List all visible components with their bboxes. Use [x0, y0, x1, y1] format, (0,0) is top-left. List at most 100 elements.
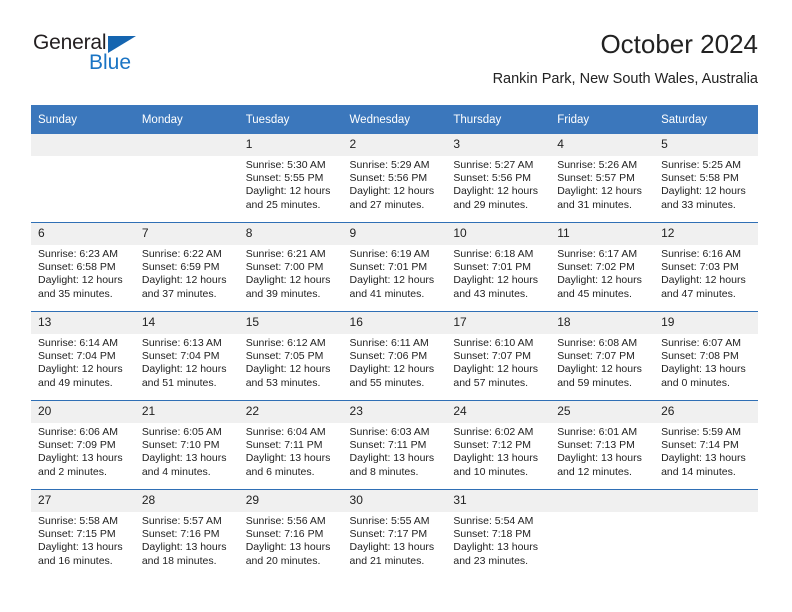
- sunset-time: Sunset: 7:01 PM: [453, 261, 532, 274]
- sunrise-time: Sunrise: 6:05 AM: [141, 426, 222, 438]
- sunset-time: Sunset: 7:16 PM: [245, 528, 324, 541]
- day-number: 1: [238, 134, 343, 156]
- calendar-empty-cell: [134, 134, 239, 223]
- calendar-body: 1 Sunrise: 5:30 AM Sunset: 5:55 PM Daylight…: [31, 134, 758, 578]
- calendar-day-cell[interactable]: 3 Sunrise: 5:27 AM Sunset: 5:56 PM Daylight…: [446, 134, 551, 223]
- daylight-duration-line2: and 33 minutes.: [661, 198, 736, 211]
- calendar-day-cell[interactable]: 31 Sunrise: 5:54 AM Sunset: 7:18 PM Dayligh…: [446, 489, 551, 578]
- day-details: Sunrise: 5:58 AM Sunset: 7:15 PM Daylight:…: [31, 512, 135, 568]
- daylight-duration-line2: and 8 minutes.: [349, 465, 419, 478]
- daylight-duration-line1: Daylight: 12 hours: [661, 185, 746, 198]
- calendar-day-cell[interactable]: 17 Sunrise: 6:10 AM Sunset: 7:07 PM Dayligh…: [446, 311, 551, 401]
- day-details: Sunrise: 6:13 AM Sunset: 7:04 PM Daylight:…: [135, 334, 239, 390]
- day-details: Sunrise: 6:23 AM Sunset: 6:58 PM Daylight:…: [31, 245, 135, 301]
- calendar-day-cell[interactable]: 30 Sunrise: 5:55 AM Sunset: 7:17 PM Dayligh…: [342, 489, 447, 578]
- sunset-time: Sunset: 7:09 PM: [38, 439, 116, 452]
- daylight-duration-line2: and 21 minutes.: [349, 554, 425, 567]
- daylight-duration-line1: Daylight: 12 hours: [557, 185, 642, 198]
- daylight-duration-line1: Daylight: 12 hours: [141, 363, 227, 376]
- daylight-duration-line2: and 27 minutes.: [349, 198, 425, 211]
- day-details: Sunrise: 6:07 AM Sunset: 7:08 PM Daylight:…: [654, 334, 758, 390]
- daylight-duration-line1: Daylight: 12 hours: [38, 363, 123, 376]
- daylight-duration-line2: and 57 minutes.: [453, 376, 529, 389]
- calendar-day-cell[interactable]: 10 Sunrise: 6:18 AM Sunset: 7:01 PM Dayligh…: [446, 222, 551, 312]
- sunrise-time: Sunrise: 6:10 AM: [453, 337, 534, 349]
- sunrise-time: Sunrise: 6:14 AM: [38, 337, 118, 349]
- calendar-week-row: 6 Sunrise: 6:23 AM Sunset: 6:58 PM Daylight…: [31, 222, 758, 312]
- day-details: Sunrise: 5:57 AM Sunset: 7:16 PM Daylight:…: [135, 512, 239, 568]
- day-number: 31: [446, 490, 551, 512]
- general-blue-logo[interactable]: General Blue: [31, 32, 211, 84]
- weekday-header-monday: Monday: [134, 105, 239, 134]
- calendar-header-row: Sunday Monday Tuesday Wednesday Thursday…: [31, 105, 758, 134]
- day-number: 29: [238, 490, 343, 512]
- sunset-time: Sunset: 7:15 PM: [38, 528, 116, 541]
- calendar-day-cell[interactable]: 22 Sunrise: 6:04 AM Sunset: 7:11 PM Dayligh…: [238, 400, 343, 490]
- sunrise-time: Sunrise: 5:58 AM: [38, 515, 118, 527]
- calendar-day-cell[interactable]: 25 Sunrise: 6:01 AM Sunset: 7:13 PM Dayligh…: [550, 400, 655, 490]
- day-number: 14: [134, 312, 239, 334]
- sunrise-time: Sunrise: 5:56 AM: [245, 515, 326, 527]
- weekday-header-saturday: Saturday: [654, 105, 758, 134]
- daylight-duration-line2: and 25 minutes.: [245, 198, 321, 211]
- day-number: 10: [446, 223, 551, 245]
- day-details: Sunrise: 6:01 AM Sunset: 7:13 PM Daylight:…: [550, 423, 654, 479]
- calendar-day-cell[interactable]: 19 Sunrise: 6:07 AM Sunset: 7:08 PM Dayligh…: [654, 311, 758, 401]
- sunset-time: Sunset: 7:10 PM: [141, 439, 220, 452]
- calendar-day-cell[interactable]: 16 Sunrise: 6:11 AM Sunset: 7:06 PM Dayligh…: [342, 311, 447, 401]
- daylight-duration-line2: and 41 minutes.: [349, 287, 425, 300]
- day-details: Sunrise: 6:08 AM Sunset: 7:07 PM Daylight:…: [550, 334, 654, 390]
- day-number: 16: [342, 312, 447, 334]
- daylight-duration-line1: Daylight: 12 hours: [245, 274, 331, 287]
- day-details: Sunrise: 6:16 AM Sunset: 7:03 PM Daylight:…: [654, 245, 758, 301]
- sunrise-time: Sunrise: 6:07 AM: [661, 337, 742, 349]
- calendar-day-cell[interactable]: 15 Sunrise: 6:12 AM Sunset: 7:05 PM Dayligh…: [238, 311, 343, 401]
- calendar-day-cell[interactable]: 12 Sunrise: 6:16 AM Sunset: 7:03 PM Dayligh…: [654, 222, 758, 312]
- calendar-day-cell[interactable]: 23 Sunrise: 6:03 AM Sunset: 7:11 PM Dayligh…: [342, 400, 447, 490]
- calendar-day-cell[interactable]: 18 Sunrise: 6:08 AM Sunset: 7:07 PM Dayligh…: [550, 311, 655, 401]
- calendar-day-cell[interactable]: 2 Sunrise: 5:29 AM Sunset: 5:56 PM Daylight…: [342, 134, 447, 223]
- day-number: 18: [550, 312, 655, 334]
- calendar-day-cell[interactable]: 4 Sunrise: 5:26 AM Sunset: 5:57 PM Daylight…: [550, 134, 655, 223]
- title-block: October 2024 Rankin Park, New South Wale…: [493, 28, 758, 89]
- day-details: Sunrise: 5:59 AM Sunset: 7:14 PM Daylight:…: [654, 423, 758, 479]
- day-details: Sunrise: 6:03 AM Sunset: 7:11 PM Daylight:…: [343, 423, 447, 479]
- sunrise-time: Sunrise: 5:25 AM: [661, 159, 742, 171]
- sunset-time: Sunset: 7:11 PM: [245, 439, 323, 452]
- day-number: 23: [342, 401, 447, 423]
- day-number: [654, 490, 758, 512]
- sunrise-time: Sunrise: 6:04 AM: [245, 426, 326, 438]
- calendar-day-cell[interactable]: 11 Sunrise: 6:17 AM Sunset: 7:02 PM Dayligh…: [550, 222, 655, 312]
- calendar-day-cell[interactable]: 14 Sunrise: 6:13 AM Sunset: 7:04 PM Dayligh…: [134, 311, 239, 401]
- sunset-time: Sunset: 7:07 PM: [557, 350, 635, 363]
- weekday-header-thursday: Thursday: [446, 105, 551, 134]
- calendar-day-cell[interactable]: 26 Sunrise: 5:59 AM Sunset: 7:14 PM Dayligh…: [654, 400, 758, 490]
- calendar-day-cell[interactable]: 9 Sunrise: 6:19 AM Sunset: 7:01 PM Daylight…: [342, 222, 447, 312]
- calendar-day-cell[interactable]: 24 Sunrise: 6:02 AM Sunset: 7:12 PM Dayligh…: [446, 400, 551, 490]
- calendar-day-cell[interactable]: 29 Sunrise: 5:56 AM Sunset: 7:16 PM Dayligh…: [238, 489, 343, 578]
- sunrise-time: Sunrise: 5:57 AM: [141, 515, 222, 527]
- day-details: Sunrise: 6:10 AM Sunset: 7:07 PM Daylight:…: [446, 334, 550, 390]
- day-number: 4: [550, 134, 655, 156]
- day-number: 11: [550, 223, 655, 245]
- calendar-day-cell[interactable]: 13 Sunrise: 6:14 AM Sunset: 7:04 PM Dayligh…: [31, 311, 135, 401]
- calendar-day-cell[interactable]: 1 Sunrise: 5:30 AM Sunset: 5:55 PM Daylight…: [238, 134, 343, 223]
- calendar-day-cell[interactable]: 8 Sunrise: 6:21 AM Sunset: 7:00 PM Daylight…: [238, 222, 343, 312]
- sunset-time: Sunset: 7:02 PM: [557, 261, 635, 274]
- daylight-duration-line2: and 37 minutes.: [141, 287, 217, 300]
- calendar-day-cell[interactable]: 20 Sunrise: 6:06 AM Sunset: 7:09 PM Dayligh…: [31, 400, 135, 490]
- daylight-duration-line2: and 29 minutes.: [453, 198, 529, 211]
- daylight-duration-line2: and 0 minutes.: [661, 376, 730, 389]
- calendar-day-cell[interactable]: 6 Sunrise: 6:23 AM Sunset: 6:58 PM Daylight…: [31, 222, 135, 312]
- calendar-day-cell[interactable]: 21 Sunrise: 6:05 AM Sunset: 7:10 PM Dayligh…: [134, 400, 239, 490]
- sunset-time: Sunset: 7:05 PM: [245, 350, 324, 363]
- calendar-day-cell[interactable]: 28 Sunrise: 5:57 AM Sunset: 7:16 PM Dayligh…: [134, 489, 239, 578]
- calendar-day-cell[interactable]: 27 Sunrise: 5:58 AM Sunset: 7:15 PM Dayligh…: [31, 489, 135, 578]
- daylight-duration-line2: and 53 minutes.: [245, 376, 321, 389]
- sunrise-time: Sunrise: 5:29 AM: [349, 159, 430, 171]
- daylight-duration-line2: and 2 minutes.: [38, 465, 107, 478]
- calendar-day-cell[interactable]: 5 Sunrise: 5:25 AM Sunset: 5:58 PM Daylight…: [654, 134, 758, 223]
- calendar-day-cell[interactable]: 7 Sunrise: 6:22 AM Sunset: 6:59 PM Daylight…: [134, 222, 239, 312]
- page-title: October 2024: [600, 29, 758, 59]
- day-number: 25: [550, 401, 655, 423]
